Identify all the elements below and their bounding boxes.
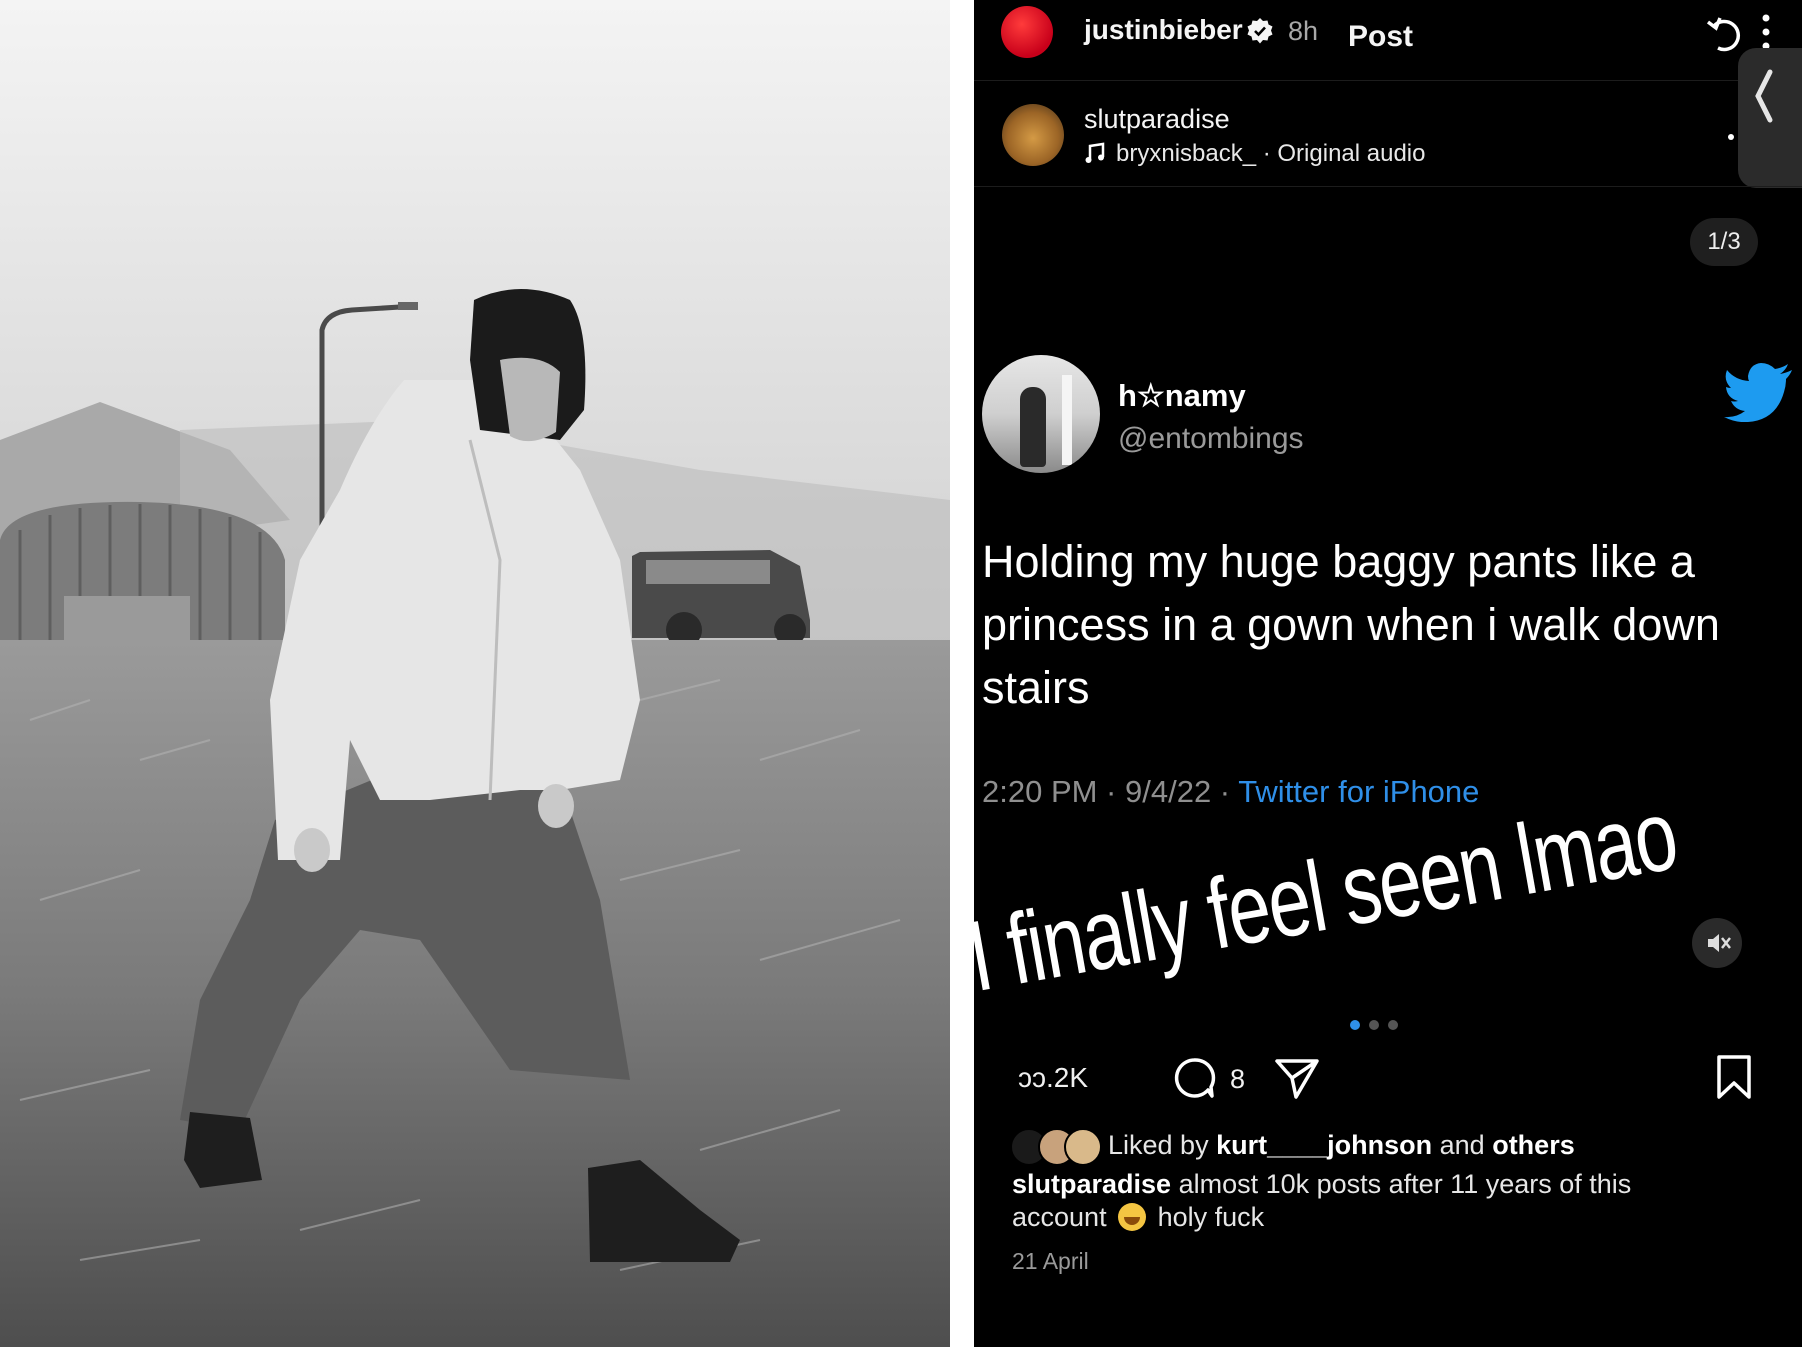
tweet-timestamp: 2:20 PM · 9/4/22 · (982, 774, 1239, 809)
reel-user-avatar[interactable] (1002, 104, 1064, 166)
mute-icon[interactable] (1692, 918, 1742, 968)
instagram-post-screen: justinbieber 8h Post slutparadise bryxni… (974, 0, 1802, 1347)
tweet-meta: 2:20 PM · 9/4/22 · Twitter for iPhone (982, 774, 1479, 810)
caption-username[interactable]: slutparadise (1012, 1169, 1171, 1199)
carousel-dot-active (1350, 1020, 1360, 1030)
liked-by-user[interactable]: kurt____johnson (1216, 1130, 1432, 1160)
post-caption: slutparadise almost 10k posts after 11 y… (1012, 1168, 1712, 1234)
carousel-dots (1350, 1017, 1410, 1030)
liked-by-line[interactable]: Liked by kurt____johnson and others (1108, 1130, 1575, 1161)
tweet-avatar (982, 355, 1100, 473)
post-time: 8h (1288, 16, 1319, 46)
panel-divider (950, 0, 974, 1347)
reel-audio-label[interactable]: bryxnisback_ · Original audio (1116, 140, 1425, 168)
comment-count[interactable]: 8 (1230, 1064, 1245, 1095)
overlay-caption: I finally feel seen lmao (974, 778, 1685, 1014)
carousel-counter: 1/3 (1690, 218, 1758, 266)
twitter-icon (1724, 363, 1792, 422)
post-label: Post (1348, 20, 1414, 53)
tweet-display-name: h☆namy (1118, 378, 1246, 413)
save-icon[interactable] (1714, 1054, 1754, 1100)
action-bar: ɔɔ.2K 8 (974, 1050, 1802, 1110)
music-icon (1085, 142, 1105, 163)
reel-username[interactable]: slutparadise (1084, 104, 1230, 135)
liked-by-prefix: Liked by (1108, 1130, 1217, 1160)
carousel-dot (1369, 1020, 1379, 1030)
tweet-handle: @entombings (1118, 422, 1304, 455)
author-avatar[interactable] (1001, 6, 1053, 58)
tweet-source: Twitter for iPhone (1238, 774, 1480, 809)
caption-text-after: holy fuck (1150, 1202, 1265, 1232)
share-icon[interactable] (1274, 1056, 1320, 1100)
like-count[interactable]: ɔɔ.2K (1018, 1062, 1088, 1094)
photo-illustration (0, 0, 950, 1347)
post-date: 21 April (1012, 1248, 1089, 1274)
refresh-icon[interactable] (1704, 12, 1748, 56)
post-top-bar: justinbieber 8h Post (974, 0, 1802, 81)
crying-emoji-icon (1118, 1203, 1147, 1231)
author-username[interactable]: justinbieber (1084, 14, 1243, 46)
liked-by-middle: and (1432, 1130, 1493, 1160)
options-dot-icon[interactable] (1728, 134, 1734, 140)
reel-header: slutparadise bryxnisback_ · Original aud… (974, 82, 1802, 187)
post-photo (0, 0, 950, 1347)
tweet-text: Holding my huge baggy pants like a princ… (982, 536, 1720, 713)
verified-icon (1247, 18, 1273, 44)
comment-icon[interactable] (1172, 1056, 1216, 1100)
liked-by-others[interactable]: others (1492, 1130, 1575, 1160)
liker-avatars[interactable] (1010, 1128, 1102, 1166)
carousel-dot (1388, 1020, 1398, 1030)
